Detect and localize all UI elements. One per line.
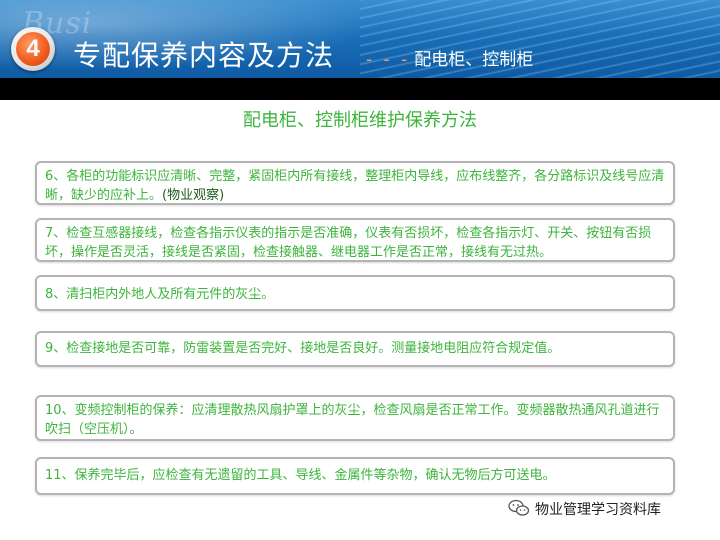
list-item-6: 6、各柜的功能标识应清晰、完整，紧固柜内所有接线，整理柜内导线，应布线整齐，各分… [35,161,675,205]
list-item-text: 6、各柜的功能标识应清晰、完整，紧固柜内所有接线，整理柜内导线，应布线整齐，各分… [45,169,665,203]
slide-title: 专配保养内容及方法 [73,39,335,72]
list-item-note: (物业观察) [162,188,225,203]
section-number: 4 [16,32,50,66]
list-item-10: 10、变频控制柜的保养：应清理散热风扇护罩上的灰尘，检查风扇是否正常工作。变频器… [35,395,675,441]
list-item-7: 7、检查互感器接线，检查各指示仪表的指示是否准确，仪表有否损坏，检查各指示灯、开… [35,218,675,262]
footer-label: 物业管理学习资料库 [535,502,661,518]
list-item-text: 11、保养完毕后，应检查有无遗留的工具、导线、金属件等杂物，确认无物后方可送电。 [45,468,556,483]
list-item-9: 9、检查接地是否可靠，防雷装置是否完好、接地是否良好。测量接地电阻应符合规定值。 [35,331,675,367]
wechat-icon [508,499,530,516]
list-item-text: 9、检查接地是否可靠，防雷装置是否完好、接地是否良好。测量接地电阻应符合规定值。 [45,341,561,356]
list-item-text: 7、检查互感器接线，检查各指示仪表的指示是否准确，仪表有否损坏，检查各指示灯、开… [45,226,652,260]
section-heading: 配电柜、控制柜维护保养方法 [243,110,477,131]
header-black-band [0,78,720,100]
slide-subtitle: 配电柜、控制柜 [414,50,534,70]
slide-subtitle-wrap: - - - 配电柜、控制柜 [366,45,533,70]
subtitle-dashes: - - - [366,50,411,70]
list-item-text: 8、清扫柜内外地人及所有元件的灰尘。 [45,287,275,302]
list-item-text: 10、变频控制柜的保养：应清理散热风扇护罩上的灰尘，检查风扇是否正常工作。变频器… [45,403,660,437]
list-item-11: 11、保养完毕后，应检查有无遗留的工具、导线、金属件等杂物，确认无物后方可送电。 [35,457,675,495]
section-number-badge: 4 [11,27,55,71]
list-item-8: 8、清扫柜内外地人及所有元件的灰尘。 [35,275,675,311]
